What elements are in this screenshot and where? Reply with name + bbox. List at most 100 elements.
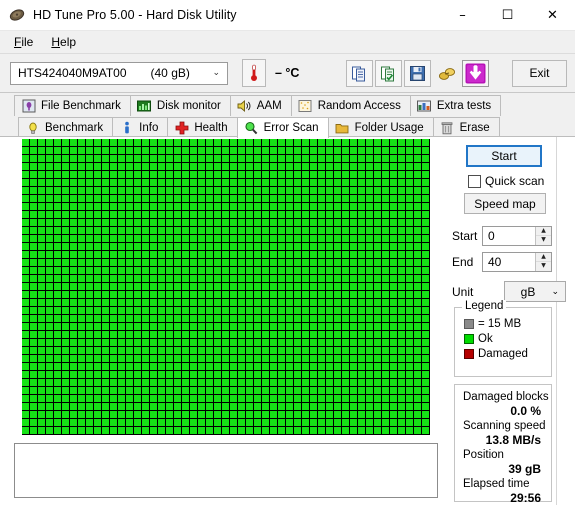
tab-benchmark[interactable]: Benchmark (18, 117, 114, 138)
scan-block (22, 155, 30, 163)
scan-block (294, 187, 302, 195)
start-button[interactable]: Start (466, 145, 542, 167)
scan-block (134, 163, 142, 171)
network-icon[interactable] (433, 60, 460, 87)
scan-block (198, 275, 206, 283)
save-floppy-icon[interactable] (404, 59, 431, 87)
scan-block (270, 251, 278, 259)
scan-block (46, 187, 54, 195)
scan-block (62, 251, 70, 259)
scan-block (286, 331, 294, 339)
scan-block (158, 419, 166, 427)
scan-block (30, 275, 38, 283)
start-stepper[interactable]: ▲ ▼ (535, 226, 551, 245)
scan-block (38, 147, 46, 155)
scan-block (262, 387, 270, 395)
scan-block (158, 403, 166, 411)
unit-select[interactable]: gB ⌄ (504, 281, 566, 302)
tab-file-benchmark[interactable]: File Benchmark (14, 95, 131, 116)
scan-block (166, 419, 174, 427)
start-input[interactable]: 0 ▲ ▼ (482, 225, 552, 246)
scan-block (406, 211, 414, 219)
tab-folder-usage[interactable]: Folder Usage (327, 117, 434, 138)
scan-block (302, 259, 310, 267)
scan-block (214, 323, 222, 331)
scan-block (30, 403, 38, 411)
tab-disk-monitor[interactable]: Disk monitor (129, 95, 231, 116)
copy-report-icon[interactable] (375, 59, 402, 87)
scan-block (78, 227, 86, 235)
scan-block (190, 387, 198, 395)
scan-block (374, 139, 382, 147)
scan-block (182, 171, 190, 179)
scan-block (286, 299, 294, 307)
scan-block (38, 323, 46, 331)
scan-block (374, 195, 382, 203)
tab-erase[interactable]: Erase (432, 117, 500, 138)
speed-map-button[interactable]: Speed map (464, 193, 546, 214)
end-input[interactable]: 40 ▲ ▼ (482, 251, 552, 272)
scan-block (126, 339, 134, 347)
tab-info[interactable]: Info (112, 117, 169, 138)
scan-block (190, 155, 198, 163)
maximize-button[interactable]: ☐ (485, 0, 530, 30)
end-stepper[interactable]: ▲ ▼ (535, 252, 551, 271)
copy-icon[interactable] (346, 59, 373, 87)
scan-block (230, 139, 238, 147)
menu-item-file[interactable]: File (8, 33, 45, 51)
scan-block (214, 243, 222, 251)
quick-scan-checkbox[interactable] (468, 174, 481, 188)
scan-block (62, 411, 70, 419)
tab-error-scan[interactable]: Error Scan (236, 117, 329, 138)
minimize-button[interactable]: – (440, 0, 485, 30)
scan-block (134, 155, 142, 163)
exit-button[interactable]: Exit (512, 59, 567, 87)
scan-block (206, 307, 214, 315)
tab-health[interactable]: Health (167, 117, 238, 138)
menu-item-help[interactable]: Help (45, 33, 88, 51)
scan-block (222, 243, 230, 251)
scan-block (102, 291, 110, 299)
scan-block (158, 387, 166, 395)
scan-block (54, 179, 62, 187)
download-arrow-icon[interactable] (462, 59, 489, 87)
close-button[interactable]: ✕ (530, 0, 575, 30)
scan-block (158, 291, 166, 299)
tab-aam[interactable]: AAM (229, 95, 292, 116)
tab-extra-tests[interactable]: Extra tests (409, 95, 502, 116)
scan-block (134, 427, 142, 435)
drive-selector[interactable]: HTS424040M9AT00 (40 gB) ⌄ (10, 61, 228, 85)
scan-block (62, 275, 70, 283)
scan-block (326, 411, 334, 419)
scan-block (270, 427, 278, 435)
tab-random-access[interactable]: Random Access (290, 95, 411, 116)
scan-block (94, 299, 102, 307)
scan-block (406, 187, 414, 195)
scan-block (366, 307, 374, 315)
scan-block (382, 339, 390, 347)
quick-scan-row[interactable]: Quick scan (468, 174, 544, 188)
scan-block (214, 211, 222, 219)
scan-block (246, 283, 254, 291)
scan-block (406, 203, 414, 211)
error-scan-panel: Start Quick scan Speed map Start 0 ▲ ▼ En… (0, 136, 575, 505)
scan-block (198, 411, 206, 419)
scan-block (270, 403, 278, 411)
scan-block (278, 355, 286, 363)
scan-block (318, 147, 326, 155)
scan-block-map[interactable] (22, 139, 430, 435)
scan-block (326, 315, 334, 323)
scan-block (270, 379, 278, 387)
scan-block (46, 291, 54, 299)
scan-block (398, 387, 406, 395)
scan-block (86, 355, 94, 363)
speaker-icon (237, 99, 252, 114)
scan-block (374, 147, 382, 155)
scan-block (222, 355, 230, 363)
scan-block (94, 155, 102, 163)
scan-block (70, 259, 78, 267)
scan-block (206, 235, 214, 243)
scan-block (414, 203, 422, 211)
scan-block (222, 427, 230, 435)
scan-block (382, 171, 390, 179)
